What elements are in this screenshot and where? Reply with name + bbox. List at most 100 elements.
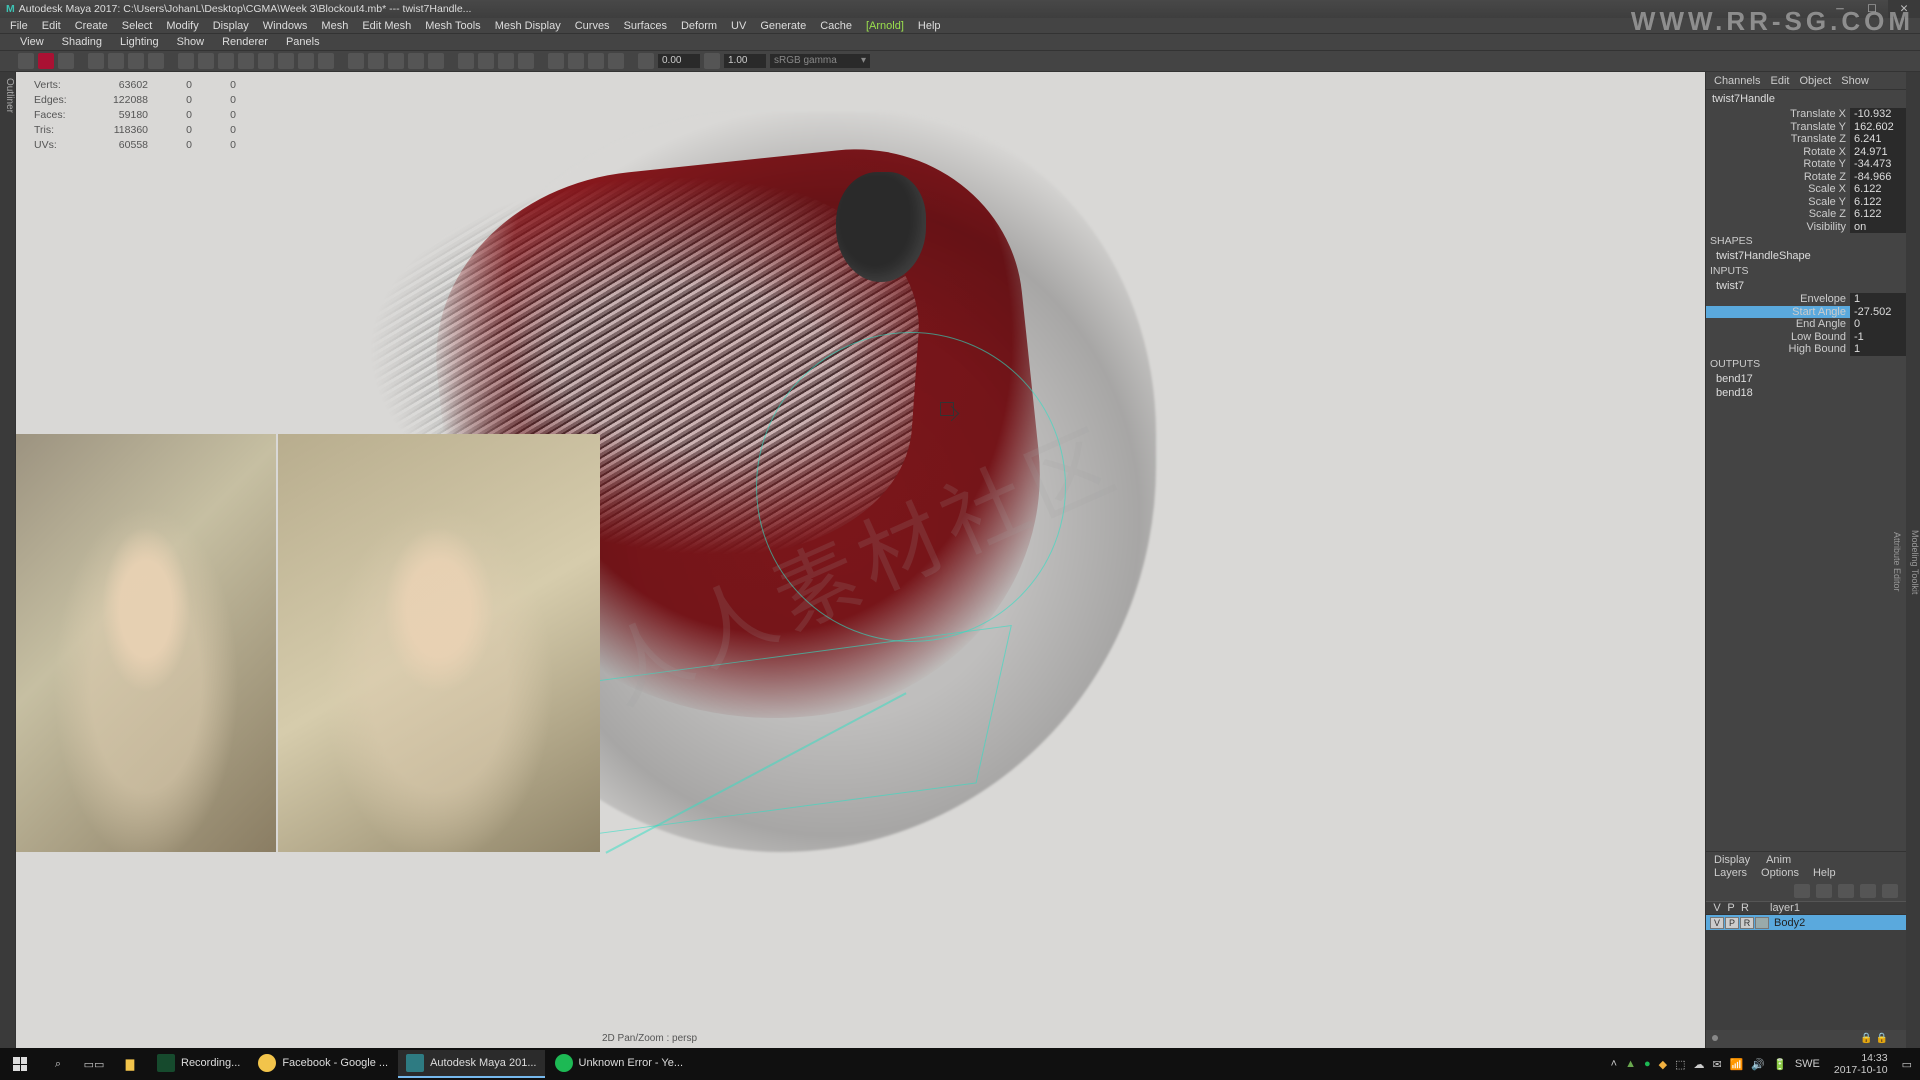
side-tab[interactable]: Attribute Editor: [1892, 76, 1902, 1048]
attr-start-angle[interactable]: Start Angle-27.502: [1706, 306, 1906, 319]
tool-icon[interactable]: [108, 53, 124, 69]
tool-icon[interactable]: [518, 53, 534, 69]
menu-mesh-tools[interactable]: Mesh Tools: [425, 20, 480, 32]
panel-menu-show[interactable]: Show: [177, 36, 205, 48]
menu-generate[interactable]: Generate: [760, 20, 806, 32]
layer-icon[interactable]: [1794, 884, 1810, 898]
tool-icon[interactable]: [18, 53, 34, 69]
selected-node-name[interactable]: twist7Handle: [1706, 90, 1906, 108]
tool-icon[interactable]: [198, 53, 214, 69]
attr-envelope[interactable]: Envelope1: [1706, 293, 1906, 306]
tool-icon[interactable]: [548, 53, 564, 69]
tool-icon[interactable]: [498, 53, 514, 69]
gamma-icon[interactable]: [704, 53, 720, 69]
tool-icon[interactable]: [608, 53, 624, 69]
attr-translate-z[interactable]: Translate Z6.241: [1706, 133, 1906, 146]
tray-icon[interactable]: ◆: [1659, 1058, 1667, 1071]
tab-display[interactable]: Display: [1714, 854, 1750, 866]
tool-icon[interactable]: [298, 53, 314, 69]
tray-onedrive-icon[interactable]: ☁: [1693, 1058, 1704, 1071]
tray-battery-icon[interactable]: 🔋: [1773, 1058, 1787, 1071]
menu-edit[interactable]: Edit: [42, 20, 61, 32]
output-node[interactable]: bend18: [1706, 386, 1906, 400]
tool-icon[interactable]: [258, 53, 274, 69]
layer-toggle[interactable]: R: [1740, 917, 1754, 929]
viewport[interactable]: Verts:6360200Edges:12208800Faces:5918000…: [16, 72, 1706, 1048]
task-view-icon[interactable]: ▭▭: [76, 1058, 112, 1071]
cbox-tab-channels[interactable]: Channels: [1714, 75, 1760, 87]
output-node[interactable]: bend17: [1706, 372, 1906, 386]
tool-icon[interactable]: [278, 53, 294, 69]
language-indicator[interactable]: SWE: [1795, 1058, 1820, 1070]
tab-anim[interactable]: Anim: [1766, 854, 1791, 866]
tool-icon[interactable]: [348, 53, 364, 69]
attr-low-bound[interactable]: Low Bound-1: [1706, 331, 1906, 344]
layer-icon[interactable]: [1838, 884, 1854, 898]
attr-high-bound[interactable]: High Bound1: [1706, 343, 1906, 356]
menu-deform[interactable]: Deform: [681, 20, 717, 32]
tool-icon[interactable]: [148, 53, 164, 69]
layer-toggle[interactable]: V: [1710, 917, 1724, 929]
tool-icon[interactable]: [218, 53, 234, 69]
menu-help[interactable]: Help: [918, 20, 941, 32]
side-tab[interactable]: Modeling Toolkit: [1910, 76, 1920, 1048]
lock-icons[interactable]: 🔒 🔒: [1860, 1033, 1888, 1044]
layer-toggle[interactable]: P: [1725, 917, 1739, 929]
attr-rotate-y[interactable]: Rotate Y-34.473: [1706, 158, 1906, 171]
minimize-button[interactable]: ─: [1824, 0, 1856, 18]
tool-icon[interactable]: [318, 53, 334, 69]
attr-translate-y[interactable]: Translate Y162.602: [1706, 121, 1906, 134]
panel-menu-renderer[interactable]: Renderer: [222, 36, 268, 48]
taskbar-task[interactable]: Autodesk Maya 201...: [398, 1050, 544, 1078]
action-center-icon[interactable]: ▭: [1902, 1058, 1912, 1071]
menu-select[interactable]: Select: [122, 20, 153, 32]
layer-name[interactable]: Body2: [1774, 917, 1805, 929]
menu-mesh[interactable]: Mesh: [321, 20, 348, 32]
menu-cache[interactable]: Cache: [820, 20, 852, 32]
panel-menu-shading[interactable]: Shading: [62, 36, 102, 48]
taskbar-task[interactable]: Facebook - Google ...: [250, 1050, 396, 1078]
tray-volume-icon[interactable]: 🔊: [1751, 1058, 1765, 1071]
menu-edit-mesh[interactable]: Edit Mesh: [362, 20, 411, 32]
attr-rotate-z[interactable]: Rotate Z-84.966: [1706, 171, 1906, 184]
layer-menu-help[interactable]: Help: [1813, 867, 1836, 881]
tray-spotify-icon[interactable]: ●: [1644, 1058, 1651, 1070]
tool-icon[interactable]: [88, 53, 104, 69]
tool-icon[interactable]: [238, 53, 254, 69]
tool-icon[interactable]: [458, 53, 474, 69]
taskbar-task[interactable]: Unknown Error - Ye...: [547, 1050, 692, 1078]
outliner-tab[interactable]: Outliner: [0, 72, 16, 1048]
cbox-tab-object[interactable]: Object: [1799, 75, 1831, 87]
menu-modify[interactable]: Modify: [166, 20, 198, 32]
menu-curves[interactable]: Curves: [575, 20, 610, 32]
tool-icon[interactable]: [388, 53, 404, 69]
search-icon[interactable]: ⌕: [40, 1058, 76, 1071]
cbox-tab-show[interactable]: Show: [1841, 75, 1869, 87]
tray-chevron-up-icon[interactable]: ˄: [1611, 1058, 1617, 1070]
menu-surfaces[interactable]: Surfaces: [624, 20, 667, 32]
color-transform-dropdown[interactable]: sRGB gamma▾: [770, 54, 870, 68]
tray-network-icon[interactable]: 📶: [1730, 1058, 1744, 1071]
tool-icon[interactable]: [58, 53, 74, 69]
close-button[interactable]: ✕: [1888, 0, 1920, 18]
tool-icon[interactable]: [178, 53, 194, 69]
shape-node[interactable]: twist7HandleShape: [1706, 249, 1906, 263]
start-button[interactable]: [0, 1057, 40, 1071]
attr-scale-x[interactable]: Scale X6.122: [1706, 183, 1906, 196]
system-tray[interactable]: ˄ ▲ ● ◆ ⬚ ☁ ✉ 📶 🔊 🔋 SWE 14:33 2017-10-10…: [1603, 1052, 1920, 1076]
exposure-field[interactable]: 0.00: [658, 54, 700, 68]
menu-file[interactable]: File: [10, 20, 28, 32]
tool-icon[interactable]: [588, 53, 604, 69]
layer-menu-options[interactable]: Options: [1761, 867, 1799, 881]
menu-display[interactable]: Display: [213, 20, 249, 32]
gamma-field[interactable]: 1.00: [724, 54, 766, 68]
tray-icon[interactable]: ✉: [1712, 1058, 1721, 1071]
tool-icon[interactable]: [408, 53, 424, 69]
tool-icon[interactable]: [568, 53, 584, 69]
file-explorer-icon[interactable]: ▇: [112, 1058, 148, 1071]
tray-icon[interactable]: ⬚: [1675, 1058, 1685, 1071]
attr-scale-y[interactable]: Scale Y6.122: [1706, 196, 1906, 209]
maximize-button[interactable]: ☐: [1856, 0, 1888, 18]
taskbar-task[interactable]: Recording...: [149, 1050, 248, 1078]
attr-translate-x[interactable]: Translate X-10.932: [1706, 108, 1906, 121]
